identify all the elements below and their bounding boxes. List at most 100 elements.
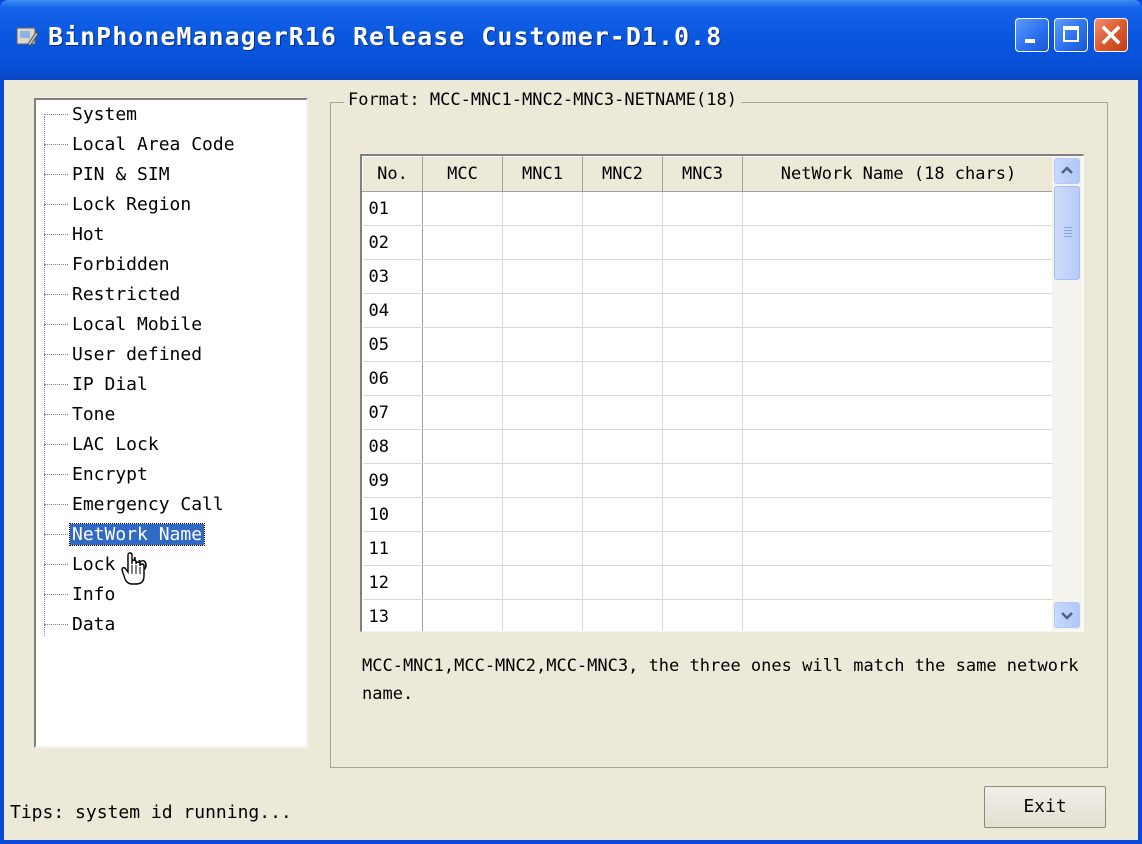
chevron-down-icon [1061,612,1073,620]
grid-cell[interactable] [742,361,1055,396]
grid-cell[interactable] [502,599,583,631]
grid-cell[interactable] [742,191,1055,226]
grid-cell[interactable] [422,429,503,464]
grid-cell[interactable] [582,599,663,631]
scroll-up-button[interactable] [1054,158,1080,184]
scroll-down-button[interactable] [1054,602,1080,628]
grid-vertical-scrollbar[interactable] [1052,156,1082,630]
grid-cell[interactable] [502,395,583,430]
tree-item-info[interactable]: Info [44,584,117,610]
grid-cell[interactable] [662,599,743,631]
grid-cell[interactable] [422,395,503,430]
scroll-thumb[interactable] [1054,186,1080,280]
column-header[interactable]: MNC2 [582,156,663,192]
grid-cell[interactable] [662,293,743,328]
minimize-button[interactable] [1015,18,1049,52]
grid-cell[interactable] [502,327,583,362]
column-header[interactable]: No. [362,156,423,192]
grid-cell[interactable] [582,191,663,226]
column-header[interactable]: MNC1 [502,156,583,192]
grid-cell[interactable] [582,395,663,430]
grid-cell[interactable] [662,463,743,498]
grid-cell[interactable] [662,259,743,294]
grid-cell[interactable] [582,293,663,328]
grid-cell[interactable] [742,225,1055,260]
exit-button[interactable]: Exit [984,786,1106,828]
grid-cell[interactable] [502,361,583,396]
grid-cell[interactable] [422,463,503,498]
grid-cell[interactable] [582,429,663,464]
tree-item-local-mobile[interactable]: Local Mobile [44,314,204,340]
tree-item-network-name[interactable]: NetWork Name [44,523,206,550]
tree-item-local-area-code[interactable]: Local Area Code [44,134,237,160]
grid-cell[interactable] [662,497,743,532]
grid-cell[interactable] [662,191,743,226]
grid-cell[interactable] [502,463,583,498]
grid-cell[interactable] [662,327,743,362]
grid-cell[interactable] [742,293,1055,328]
grid-cell[interactable] [742,531,1055,566]
grid-cell[interactable] [582,327,663,362]
title-bar[interactable]: BinPhoneManagerR16 Release Customer-D1.0… [0,0,1142,80]
grid-cell[interactable] [422,191,503,226]
grid-cell[interactable] [742,463,1055,498]
grid-cell[interactable] [742,259,1055,294]
grid-cell[interactable] [502,225,583,260]
grid-cell[interactable] [502,191,583,226]
network-name-grid[interactable]: No. MCC MNC1 MNC2 MNC3 NetWork Name (18 chars… [360,154,1084,632]
tree-item-forbidden[interactable]: Forbidden [44,254,172,280]
grid-cell[interactable] [502,531,583,566]
tree-item-hot[interactable]: Hot [44,224,107,250]
grid-cell[interactable] [742,429,1055,464]
grid-cell[interactable] [742,497,1055,532]
grid-cell[interactable] [422,361,503,396]
grid-cell[interactable] [582,463,663,498]
tree-item-emergency-call[interactable]: Emergency Call [44,494,226,520]
grid-cell[interactable] [582,259,663,294]
grid-cell[interactable] [742,599,1055,631]
column-header[interactable]: MCC [422,156,503,192]
grid-cell[interactable] [582,565,663,600]
grid-cell[interactable] [662,361,743,396]
grid-cell[interactable] [422,599,503,631]
tree-item-restricted[interactable]: Restricted [44,284,182,310]
grid-cell[interactable] [422,259,503,294]
grid-cell[interactable] [742,565,1055,600]
column-header[interactable]: MNC3 [662,156,743,192]
grid-cell[interactable] [422,293,503,328]
tree-item-pin-sim[interactable]: PIN & SIM [44,164,172,190]
grid-cell[interactable] [662,395,743,430]
settings-tree[interactable]: System Local Area Code PIN & SIM Lock Regio… [34,98,308,748]
tree-item-tone[interactable]: Tone [44,404,117,430]
tree-item-system[interactable]: System [44,104,139,130]
maximize-button[interactable] [1054,18,1088,52]
grid-cell[interactable] [502,429,583,464]
grid-cell[interactable] [662,429,743,464]
tree-item-lac-lock[interactable]: LAC Lock [44,434,161,460]
close-button[interactable] [1094,18,1128,52]
grid-cell[interactable] [582,497,663,532]
grid-cell[interactable] [742,327,1055,362]
grid-cell[interactable] [502,497,583,532]
tree-item-user-defined[interactable]: User defined [44,344,204,370]
tree-item-lock-region[interactable]: Lock Region [44,194,193,220]
grid-cell[interactable] [422,225,503,260]
grid-cell[interactable] [502,259,583,294]
tree-item-ip-dial[interactable]: IP Dial [44,374,150,400]
grid-cell[interactable] [662,565,743,600]
grid-cell[interactable] [502,293,583,328]
grid-cell[interactable] [422,531,503,566]
tree-item-data[interactable]: Data [44,614,117,640]
grid-cell[interactable] [582,531,663,566]
grid-cell[interactable] [422,327,503,362]
tree-item-encrypt[interactable]: Encrypt [44,464,150,490]
grid-cell[interactable] [662,531,743,566]
grid-cell[interactable] [422,497,503,532]
grid-cell[interactable] [742,395,1055,430]
grid-cell[interactable] [582,225,663,260]
grid-cell[interactable] [422,565,503,600]
grid-cell[interactable] [662,225,743,260]
grid-cell[interactable] [502,565,583,600]
grid-cell[interactable] [582,361,663,396]
column-header[interactable]: NetWork Name (18 chars) [742,156,1055,192]
